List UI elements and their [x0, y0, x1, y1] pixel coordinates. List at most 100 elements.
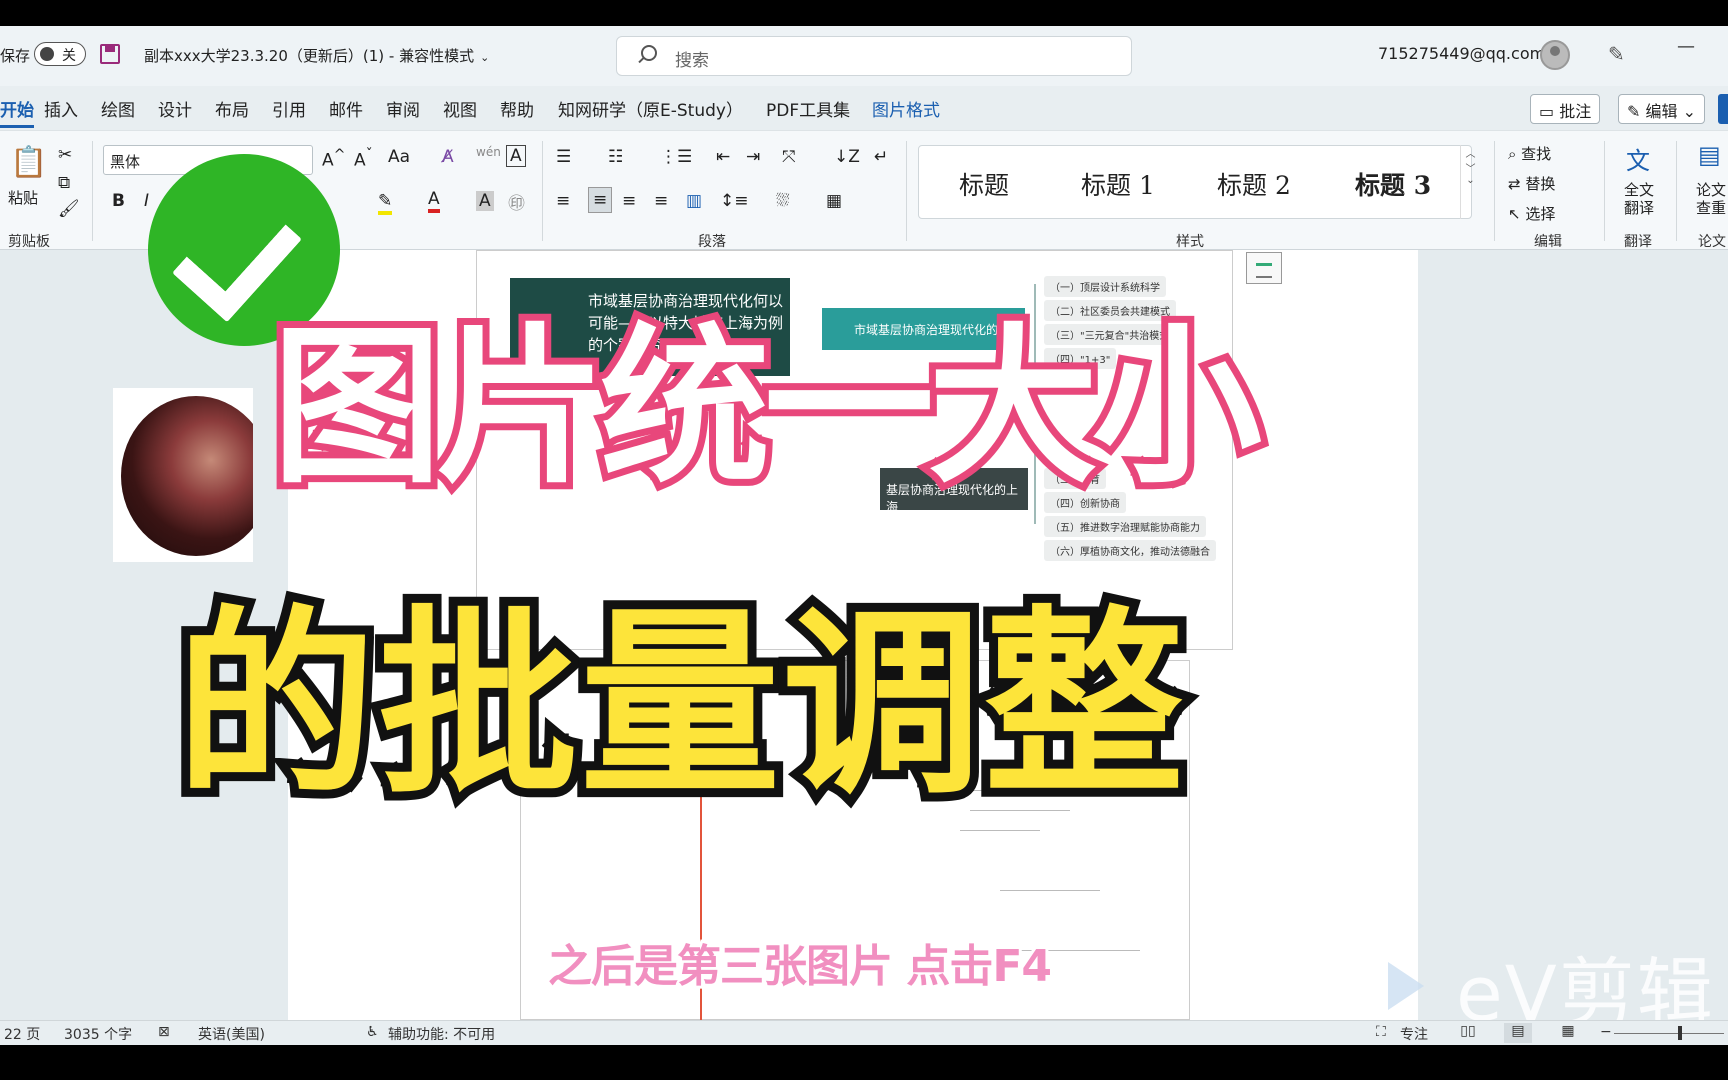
paste-label[interactable]: 粘贴 — [8, 187, 38, 208]
document-title[interactable]: 副本xxx大学23.3.20（更新后）(1) - 兼容性模式 ⌄ — [144, 45, 489, 66]
word-count[interactable]: 3035 个字 — [64, 1024, 132, 1044]
comment-label: 批注 — [1559, 102, 1592, 121]
tab-review[interactable]: 审阅 — [386, 96, 420, 121]
select-button[interactable]: ↖ 选择 — [1508, 203, 1555, 224]
align-right-icon[interactable]: ≡ — [622, 191, 636, 211]
style-heading-1[interactable]: 标题 1 — [1081, 166, 1155, 202]
mindmap-branch-line — [960, 830, 1040, 831]
clear-format-icon[interactable]: A̸ — [442, 147, 454, 167]
increase-indent-icon[interactable]: ⇥ — [746, 147, 760, 167]
tab-draw[interactable]: 绘图 — [101, 96, 135, 121]
style-title[interactable]: 标题 — [959, 166, 1009, 202]
language-status[interactable]: 英语(美国) — [198, 1024, 265, 1044]
focus-mode-button[interactable]: 专注 — [1400, 1024, 1428, 1044]
tab-help[interactable]: 帮助 — [500, 96, 534, 121]
comment-button[interactable]: ▭ 批注 — [1530, 94, 1601, 124]
video-letterbox-top — [0, 0, 1728, 26]
paragraph-group-label: 段落 — [698, 234, 726, 250]
edit-mode-button[interactable]: ✎ 编辑 ⌄ — [1618, 94, 1706, 124]
paper-check-icon[interactable]: ▤ — [1698, 141, 1721, 169]
page-count[interactable]: 22 页 — [4, 1024, 40, 1044]
full-translate-label[interactable]: 全文翻译 — [1624, 181, 1660, 217]
search-icon: ⌕ — [1508, 145, 1522, 163]
editing-group-label: 编辑 — [1534, 234, 1562, 250]
change-case-button[interactable]: Aa — [388, 147, 410, 167]
paper-check-label[interactable]: 论文查重 — [1696, 181, 1728, 217]
line-spacing-icon[interactable]: ↕≡ — [720, 191, 749, 211]
style-heading-2[interactable]: 标题 2 — [1217, 166, 1291, 202]
justify-icon[interactable]: ≡ — [654, 191, 668, 211]
edit-mode-label: 编辑 — [1645, 102, 1678, 121]
style-heading-3[interactable]: 标题 3 — [1355, 166, 1431, 202]
font-name-value: 黑体 — [110, 153, 141, 171]
mindmap-branch-line — [1000, 890, 1100, 891]
read-mode-icon[interactable]: ▯▯ — [1454, 1023, 1482, 1043]
accessibility-status[interactable]: 辅助功能: 不可用 — [388, 1024, 495, 1044]
shading-icon[interactable]: ⛆ — [776, 191, 790, 211]
align-left-icon[interactable]: ≡ — [556, 191, 570, 211]
align-center-icon[interactable]: ≡ — [588, 187, 613, 213]
layout-options-icon[interactable] — [1246, 252, 1282, 284]
avatar[interactable] — [1540, 40, 1570, 70]
zoom-out-icon[interactable]: − — [1600, 1024, 1612, 1040]
group-divider — [542, 141, 543, 241]
borders-icon[interactable]: ▦ — [826, 191, 842, 211]
proofing-icon[interactable]: ⊠ — [158, 1024, 170, 1040]
enclose-character-icon[interactable]: ㊞ — [508, 189, 525, 214]
italic-button[interactable]: I — [144, 191, 149, 211]
tab-cnki-estudy[interactable]: 知网研学（原E-Study） — [558, 96, 743, 121]
multilevel-list-icon[interactable]: ⋮☰ — [660, 147, 692, 167]
decrease-indent-icon[interactable]: ⇤ — [716, 147, 730, 167]
bold-button[interactable]: B — [112, 191, 125, 211]
pen-icon[interactable]: ✎ — [1608, 42, 1632, 66]
tab-layout[interactable]: 布局 — [215, 96, 249, 121]
translate-icon[interactable]: 文 — [1626, 141, 1650, 176]
paste-icon[interactable]: 📋 — [10, 145, 47, 180]
tab-mailings[interactable]: 邮件 — [329, 96, 363, 121]
replace-button[interactable]: ⇄ 替换 — [1508, 173, 1555, 194]
overlay-headline-1: 图片统一大小 — [265, 302, 1269, 514]
find-button[interactable]: ⌕ 查找 — [1508, 143, 1551, 164]
character-border-icon[interactable]: A — [506, 145, 526, 167]
grow-font-button[interactable]: A^ — [322, 147, 346, 171]
tab-references[interactable]: 引用 — [272, 96, 306, 121]
replace-label: 替换 — [1525, 175, 1556, 193]
highlight-icon[interactable]: ✎ — [378, 191, 393, 215]
numbering-icon[interactable]: ☷ — [608, 147, 623, 167]
print-layout-icon[interactable]: ▤ — [1504, 1023, 1532, 1043]
zoom-slider[interactable] — [1614, 1033, 1724, 1034]
asian-layout-icon[interactable]: ⤧ — [782, 147, 796, 167]
styles-gallery: 标题 标题 1 标题 2 标题 3 — [918, 145, 1472, 219]
shrink-font-button[interactable]: Aˇ — [354, 147, 373, 171]
zoom-slider-thumb[interactable] — [1678, 1026, 1682, 1040]
distributed-icon[interactable]: ▥ — [686, 191, 702, 211]
tab-design[interactable]: 设计 — [158, 96, 192, 121]
bullets-icon[interactable]: ☰ — [556, 147, 571, 167]
tab-view[interactable]: 视图 — [443, 96, 477, 121]
account-email[interactable]: 715275449@qq.com — [1378, 44, 1545, 63]
mindmap-leaf: （一）顶层设计系统科学 — [1044, 276, 1166, 297]
format-painter-icon[interactable]: 🖌 — [58, 199, 80, 219]
styles-scroll[interactable]: ︿ ﹀ ⌄ — [1460, 145, 1480, 219]
font-color-button[interactable]: A — [428, 189, 440, 213]
tab-pdf-tools[interactable]: PDF工具集 — [766, 96, 850, 121]
show-marks-icon[interactable]: ↵ — [874, 147, 888, 167]
share-button[interactable] — [1718, 94, 1728, 124]
tab-picture-format[interactable]: 图片格式 — [872, 96, 940, 121]
web-layout-icon[interactable]: ▦ — [1554, 1023, 1582, 1043]
tab-home[interactable]: 开始 — [0, 96, 34, 128]
save-icon[interactable] — [100, 44, 120, 64]
search-box[interactable]: 搜索 — [616, 36, 1132, 76]
mindmap-leaf: （六）厚植协商文化，推动法德融合 — [1044, 540, 1216, 561]
character-shading-icon[interactable]: A — [476, 191, 494, 211]
cut-icon[interactable]: ✂ — [58, 145, 72, 165]
phonetic-guide-icon[interactable]: wén — [476, 145, 501, 159]
minimize-button[interactable]: — — [1666, 36, 1706, 66]
title-bar: 保存 关 副本xxx大学23.3.20（更新后）(1) - 兼容性模式 ⌄ 搜索 … — [0, 26, 1728, 86]
tab-insert[interactable]: 插入 — [44, 96, 78, 121]
chevron-down-icon: ⌄ — [1677, 102, 1697, 121]
autosave-label: 保存 — [0, 47, 31, 65]
sort-icon[interactable]: ↓Z — [834, 147, 860, 167]
autosave-toggle[interactable]: 关 — [34, 42, 86, 66]
copy-icon[interactable]: ⧉ — [58, 173, 70, 193]
